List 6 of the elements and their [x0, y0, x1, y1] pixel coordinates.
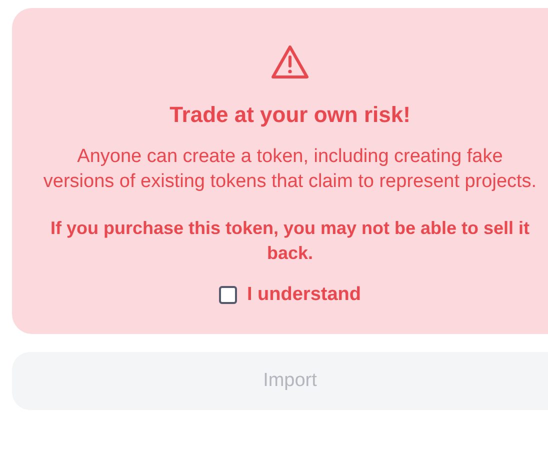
- checkbox-label: I understand: [246, 284, 361, 306]
- warning-emphasis: If you purchase this token, you may not be able to sell it back.: [49, 217, 531, 265]
- warning-message: Anyone can create a token, including creating fake versions of existing tokens that claim to represent projects.: [42, 145, 538, 194]
- checkbox[interactable]: [218, 286, 237, 304]
- warning-icon: [270, 44, 310, 80]
- warning-title: Trade at your own risk!: [170, 102, 410, 128]
